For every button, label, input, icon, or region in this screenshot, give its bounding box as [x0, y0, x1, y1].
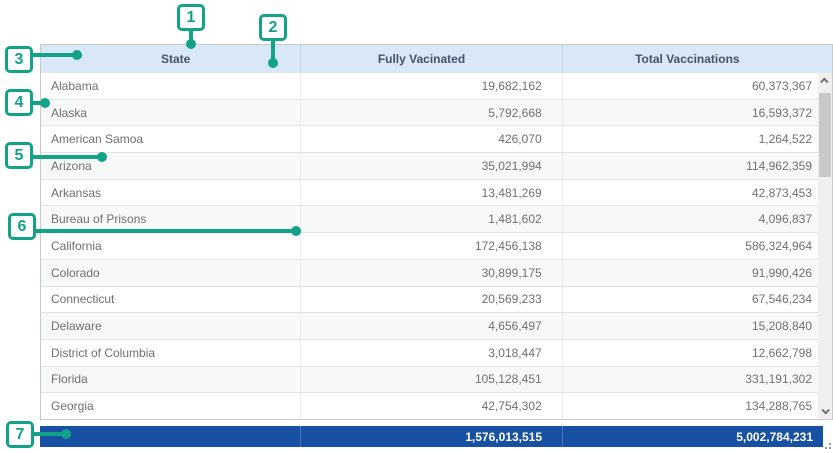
table-row[interactable]: Alaska5,792,66816,593,372: [41, 100, 832, 127]
annotation-marker-7: 7: [6, 421, 34, 448]
table-row[interactable]: Georgia42,754,302134,288,765: [41, 393, 832, 419]
table-body: Alabama19,682,16260,373,367Alaska5,792,6…: [41, 73, 832, 419]
cell-state: District of Columbia: [41, 340, 301, 366]
cell-total-vaccinations: 60,373,367: [563, 73, 832, 99]
cell-fully-vaccinated: 30,899,175: [301, 260, 562, 286]
cell-state: California: [41, 233, 301, 259]
annotation-dot-6: [291, 226, 301, 236]
annotation-stem-3: [32, 53, 76, 57]
cell-state: Colorado: [41, 260, 301, 286]
annotation-stem-5: [32, 155, 98, 159]
table-header-row: State Fully Vacinated Total Vaccinations: [41, 45, 832, 73]
cell-total-vaccinations: 331,191,302: [563, 367, 832, 393]
cell-fully-vaccinated: 13,481,269: [301, 180, 562, 206]
table-row[interactable]: District of Columbia3,018,44712,662,798: [41, 340, 832, 367]
cell-total-vaccinations: 114,962,359: [563, 153, 832, 179]
column-header-total-vaccinations[interactable]: Total Vaccinations: [563, 45, 832, 73]
annotation-marker-4: 4: [5, 89, 33, 116]
cell-fully-vaccinated: 105,128,451: [301, 367, 562, 393]
chevron-down-icon: [821, 406, 829, 414]
cell-fully-vaccinated: 19,682,162: [301, 73, 562, 99]
cell-state: Florida: [41, 367, 301, 393]
table-row[interactable]: California172,456,138586,324,964: [41, 233, 832, 260]
annotation-dot-4: [40, 98, 50, 108]
cell-fully-vaccinated: 20,569,233: [301, 287, 562, 313]
cell-total-vaccinations: 15,208,840: [563, 313, 832, 339]
cell-total-vaccinations: 4,096,837: [563, 206, 832, 232]
annotation-dot-1: [186, 39, 196, 49]
table-row[interactable]: Connecticut20,569,23367,546,234: [41, 287, 832, 314]
table-row[interactable]: Alabama19,682,16260,373,367: [41, 73, 832, 100]
totals-total-vaccinations: 5,002,784,231: [563, 426, 823, 447]
column-header-fully-vaccinated[interactable]: Fully Vacinated: [301, 45, 562, 73]
annotation-dot-3: [72, 50, 82, 60]
scroll-up-button[interactable]: [818, 73, 832, 89]
cell-fully-vaccinated: 42,754,302: [301, 393, 562, 419]
chevron-up-icon: [820, 77, 828, 85]
annotation-dot-2: [268, 58, 278, 68]
cell-fully-vaccinated: 35,021,994: [301, 153, 562, 179]
annotation-marker-3: 3: [5, 46, 33, 73]
annotation-marker-2: 2: [259, 14, 287, 41]
table-row[interactable]: Arizona35,021,994114,962,359: [41, 153, 832, 180]
cell-state: Delaware: [41, 313, 301, 339]
totals-state-cell: [40, 426, 301, 447]
cell-state: American Samoa: [41, 126, 301, 152]
cell-state: Arkansas: [41, 180, 301, 206]
cell-total-vaccinations: 16,593,372: [563, 100, 832, 126]
annotation-marker-1: 1: [177, 4, 205, 31]
cell-state: Alaska: [41, 100, 301, 126]
cell-fully-vaccinated: 1,481,602: [301, 206, 562, 232]
annotation-dot-7: [61, 429, 71, 439]
totals-row: 1,576,013,515 5,002,784,231: [40, 426, 823, 447]
annotation-dot-5: [97, 152, 107, 162]
table-row[interactable]: American Samoa426,0701,264,522: [41, 126, 832, 153]
resize-grip-icon[interactable]: [823, 441, 832, 450]
annotation-marker-6: 6: [8, 213, 36, 240]
cell-fully-vaccinated: 172,456,138: [301, 233, 562, 259]
annotation-stem-7: [33, 432, 63, 436]
vaccination-table: State Fully Vacinated Total Vaccinations…: [40, 44, 833, 447]
scroll-down-button[interactable]: [818, 403, 832, 419]
cell-fully-vaccinated: 3,018,447: [301, 340, 562, 366]
vertical-scrollbar[interactable]: [818, 73, 832, 419]
annotation-stem-6: [35, 229, 292, 233]
cell-fully-vaccinated: 5,792,668: [301, 100, 562, 126]
totals-fully-vaccinated: 1,576,013,515: [301, 426, 563, 447]
column-header-state[interactable]: State: [41, 45, 301, 73]
scrollbar-thumb[interactable]: [819, 93, 831, 177]
table-row[interactable]: Delaware4,656,49715,208,840: [41, 313, 832, 340]
annotation-marker-5: 5: [5, 142, 33, 169]
cell-total-vaccinations: 42,873,453: [563, 180, 832, 206]
cell-total-vaccinations: 134,288,765: [563, 393, 832, 419]
cell-total-vaccinations: 12,662,798: [563, 340, 832, 366]
cell-total-vaccinations: 586,324,964: [563, 233, 832, 259]
cell-fully-vaccinated: 4,656,497: [301, 313, 562, 339]
cell-fully-vaccinated: 426,070: [301, 126, 562, 152]
cell-total-vaccinations: 1,264,522: [563, 126, 832, 152]
cell-state: Georgia: [41, 393, 301, 419]
cell-total-vaccinations: 67,546,234: [563, 287, 832, 313]
cell-state: Alabama: [41, 73, 301, 99]
cell-state: Connecticut: [41, 287, 301, 313]
table-row[interactable]: Florida105,128,451331,191,302: [41, 367, 832, 394]
table-row[interactable]: Colorado30,899,17591,990,426: [41, 260, 832, 287]
cell-total-vaccinations: 91,990,426: [563, 260, 832, 286]
table-row[interactable]: Arkansas13,481,26942,873,453: [41, 180, 832, 207]
